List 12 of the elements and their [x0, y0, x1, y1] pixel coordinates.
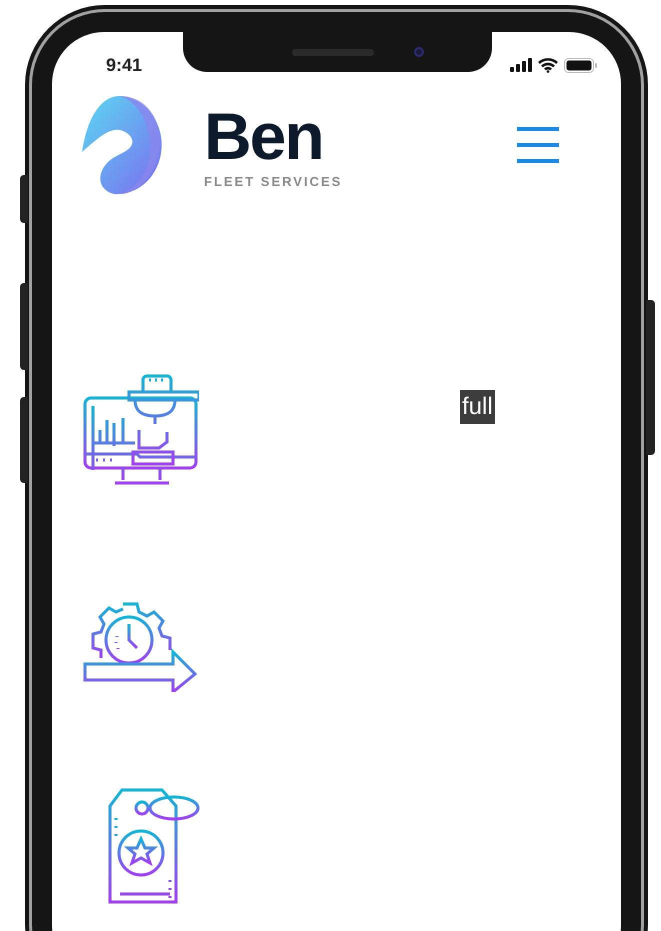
- battery-icon: [564, 58, 597, 72]
- brand-tagline: FLEET SERVICES: [204, 174, 342, 188]
- status-time: 9:41: [106, 56, 142, 74]
- image-alt-text: full: [460, 390, 495, 424]
- wifi-icon: [538, 58, 558, 72]
- brand-name: Ben: [204, 102, 324, 168]
- signal-icon: [510, 58, 532, 72]
- gear-clock-arrow-icon: [83, 602, 199, 692]
- menu-button[interactable]: [517, 125, 561, 165]
- camera-lens: [414, 47, 424, 57]
- tag-star-icon: [108, 788, 200, 904]
- bear-logo-icon: [80, 94, 162, 196]
